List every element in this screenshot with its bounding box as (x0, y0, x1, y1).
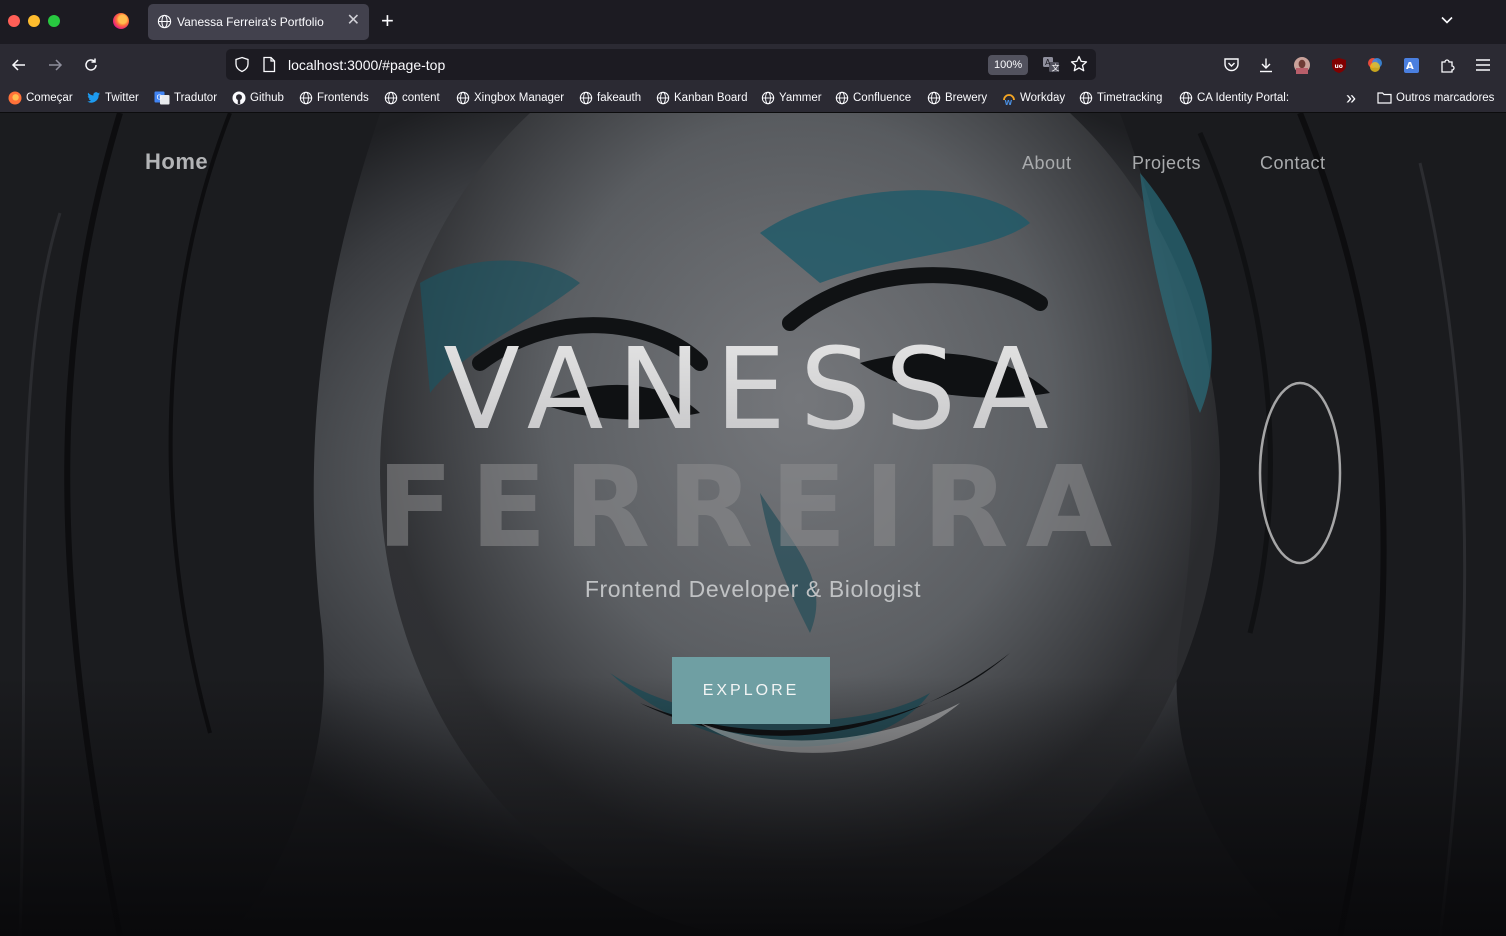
globe-icon (927, 91, 941, 105)
bookmark-label: Timetracking (1097, 92, 1163, 104)
page-info-icon[interactable] (262, 56, 276, 78)
bookmark-item[interactable]: content (384, 91, 440, 105)
forward-arrow-icon[interactable] (45, 55, 65, 75)
portfolio-hero-section: Home About Projects Contact VANESSA FERR… (0, 113, 1506, 936)
globe-icon (761, 91, 775, 105)
hamburger-menu-icon[interactable] (1473, 55, 1493, 75)
maximize-window-button[interactable] (48, 15, 60, 27)
other-bookmarks-folder[interactable]: Outros marcadores (1377, 91, 1494, 104)
bookmark-label: Workday (1020, 92, 1066, 104)
bookmark-label: content (402, 92, 440, 104)
hero-first-name: VANESSA (0, 325, 1506, 455)
bookmark-label: Yammer (779, 92, 822, 104)
tab-close-button[interactable]: ✕ (347, 11, 360, 31)
bookmark-item[interactable]: fakeauth (579, 91, 641, 105)
explore-button[interactable]: EXPLORE (672, 657, 830, 724)
zoom-level-badge[interactable]: 100% (988, 55, 1029, 75)
bookmark-item[interactable]: G Tradutor (154, 91, 217, 105)
folder-icon (1377, 92, 1392, 104)
back-arrow-icon[interactable] (9, 55, 29, 75)
globe-icon (1079, 91, 1093, 105)
twitter-icon (87, 92, 100, 103)
list-all-tabs-chevron-down-icon[interactable] (1440, 13, 1454, 32)
bookmark-label: Github (250, 92, 284, 104)
globe-icon (157, 14, 172, 34)
bookmark-item[interactable]: Brewery (927, 91, 987, 105)
bookmarks-overflow-chevron-icon[interactable]: » (1346, 88, 1356, 109)
nav-projects-link[interactable]: Projects (1132, 153, 1201, 174)
hero-subtitle: Frontend Developer & Biologist (584, 576, 922, 602)
svg-text:W: W (1005, 99, 1013, 105)
svg-text:A: A (1045, 58, 1051, 67)
downloads-icon[interactable] (1256, 55, 1276, 75)
bookmark-item[interactable]: Xingbox Manager (456, 91, 564, 105)
nav-home-link[interactable]: Home (145, 149, 208, 175)
url-input[interactable]: localhost:3000/#page-top (288, 57, 445, 73)
globe-icon (579, 91, 593, 105)
bookmark-label: Frontends (317, 92, 369, 104)
translate-icon[interactable]: A文 (1042, 56, 1060, 78)
bookmark-label: Tradutor (174, 92, 218, 104)
svg-text:A: A (1406, 61, 1414, 72)
svg-text:G: G (157, 94, 162, 102)
extensions-puzzle-icon[interactable] (1437, 55, 1457, 75)
globe-icon (1179, 91, 1193, 105)
bookmark-item[interactable]: CA Identity Portal: (1179, 91, 1289, 105)
github-icon (232, 91, 246, 105)
globe-icon (384, 91, 398, 105)
bookmark-label: Começar (26, 92, 73, 104)
google-translate-icon: G (154, 91, 170, 105)
workday-icon: W (1003, 94, 1015, 105)
account-avatar-icon[interactable] (1292, 55, 1312, 75)
address-bar[interactable]: localhost:3000/#page-top 100% A文 (226, 49, 1096, 80)
bookmark-star-icon[interactable] (1070, 55, 1088, 78)
bookmark-label: CA Identity Portal: (1197, 92, 1290, 104)
other-bookmarks-label: Outros marcadores (1396, 91, 1495, 104)
bookmark-item[interactable]: Timetracking (1079, 91, 1162, 105)
svg-text:uo: uo (1335, 63, 1343, 70)
globe-icon (656, 91, 670, 105)
bookmark-label: Xingbox Manager (474, 92, 565, 104)
bookmark-label: Kanban Board (674, 92, 748, 104)
pocket-icon[interactable] (1221, 55, 1241, 75)
ublock-origin-icon[interactable]: uo (1329, 55, 1349, 75)
firefox-view-icon[interactable] (113, 13, 129, 29)
reload-icon[interactable] (81, 55, 101, 75)
bookmark-item[interactable]: W Workday (1002, 91, 1065, 105)
color-extension-icon[interactable] (1365, 55, 1385, 75)
bookmark-item[interactable]: Frontends (299, 91, 369, 105)
bookmark-item[interactable]: Começar (8, 91, 73, 105)
bookmark-item[interactable]: Confluence (835, 91, 911, 105)
close-window-button[interactable] (8, 15, 20, 27)
bookmark-item[interactable]: Github (232, 91, 284, 105)
tab-strip: Vanessa Ferreira's Portfolio ✕ + (0, 0, 1506, 44)
firefox-icon (8, 91, 22, 105)
tab-title: Vanessa Ferreira's Portfolio (177, 15, 324, 29)
active-tab[interactable]: Vanessa Ferreira's Portfolio ✕ (148, 4, 369, 40)
hero-last-name: FERREIRA (376, 443, 1130, 573)
bookmark-item[interactable]: Yammer (761, 91, 822, 105)
bookmark-label: fakeauth (597, 92, 642, 104)
globe-icon (835, 91, 849, 105)
new-tab-button[interactable]: + (381, 9, 394, 33)
bookmark-item[interactable]: Twitter (87, 91, 139, 104)
globe-icon (456, 91, 470, 105)
nav-contact-link[interactable]: Contact (1260, 153, 1326, 174)
globe-icon (299, 91, 313, 105)
bookmark-item[interactable]: Kanban Board (656, 91, 748, 105)
bookmark-label: Brewery (945, 92, 988, 104)
nav-about-link[interactable]: About (1022, 153, 1072, 174)
minimize-window-button[interactable] (28, 15, 40, 27)
tracking-protection-shield-icon[interactable] (234, 56, 250, 78)
svg-text:文: 文 (1052, 63, 1060, 73)
bookmark-label: Twitter (105, 91, 139, 104)
bookmark-label: Confluence (853, 92, 912, 104)
navigation-toolbar: localhost:3000/#page-top 100% A文 uo A (0, 44, 1506, 85)
translate-extension-icon[interactable]: A (1401, 55, 1421, 75)
bookmarks-toolbar: Começar Twitter G Tradutor Github Fronte… (0, 85, 1506, 113)
